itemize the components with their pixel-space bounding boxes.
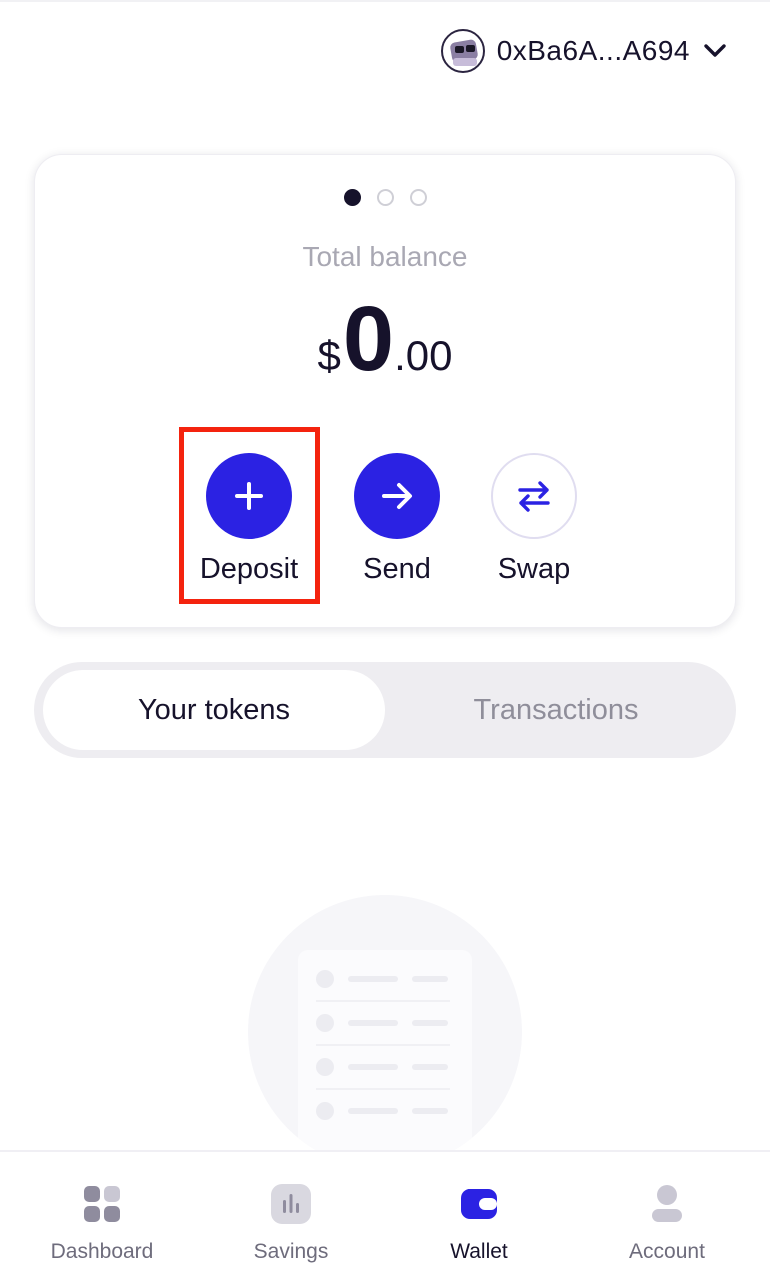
swap-label: Swap <box>497 553 571 585</box>
nav-account[interactable]: Account <box>572 1182 762 1264</box>
balance-decimal: .00 <box>394 332 453 379</box>
nav-account-label: Account <box>629 1240 705 1263</box>
carousel-dot-3[interactable] <box>409 189 427 206</box>
balance-integer: 0 <box>342 288 395 390</box>
grid-icon <box>80 1182 124 1226</box>
total-balance-value: $ 0 .00 <box>35 293 735 385</box>
currency-symbol: $ <box>317 332 341 379</box>
carousel-indicator <box>35 189 735 206</box>
nav-dashboard-label: Dashboard <box>50 1240 154 1263</box>
document-illustration <box>298 950 472 1169</box>
swap-button[interactable]: Swap <box>464 453 604 586</box>
nav-wallet[interactable]: Wallet <box>384 1182 574 1264</box>
wallet-address: 0xBa6A...A694 <box>496 35 690 66</box>
nav-savings-label: Savings <box>253 1240 329 1263</box>
empty-state-illustration <box>248 895 522 1169</box>
total-balance-label: Total balance <box>302 241 468 272</box>
bottom-navigation: Dashboard Savings Wallet Account <box>0 1150 770 1280</box>
carousel-dot-2[interactable] <box>376 189 394 206</box>
send-label: Send <box>363 553 431 585</box>
deposit-label: Deposit <box>199 553 299 585</box>
nav-dashboard[interactable]: Dashboard <box>7 1182 197 1264</box>
carousel-dot-1[interactable] <box>343 189 361 206</box>
deposit-button[interactable]: Deposit <box>179 453 319 586</box>
nav-wallet-label: Wallet <box>450 1240 508 1263</box>
tab-your-tokens[interactable]: Your tokens <box>43 670 385 750</box>
swap-arrows-icon <box>491 453 577 539</box>
token-transaction-tabs: Your tokens Transactions <box>34 662 736 758</box>
send-button[interactable]: Send <box>327 453 467 586</box>
nft-avatar-icon <box>440 29 485 73</box>
user-icon <box>645 1182 689 1226</box>
arrow-right-icon <box>354 453 440 539</box>
plus-icon <box>206 453 292 539</box>
wallet-selector[interactable]: 0xBa6A...A694 <box>440 26 728 76</box>
wallet-icon <box>457 1182 501 1226</box>
top-divider <box>0 0 770 2</box>
balance-card: Total balance $ 0 .00 Deposit Send Swap <box>34 154 736 628</box>
chevron-down-icon <box>702 38 728 64</box>
tab-transactions[interactable]: Transactions <box>385 670 727 750</box>
nav-savings[interactable]: Savings <box>196 1182 386 1264</box>
bar-chart-icon <box>269 1182 313 1226</box>
